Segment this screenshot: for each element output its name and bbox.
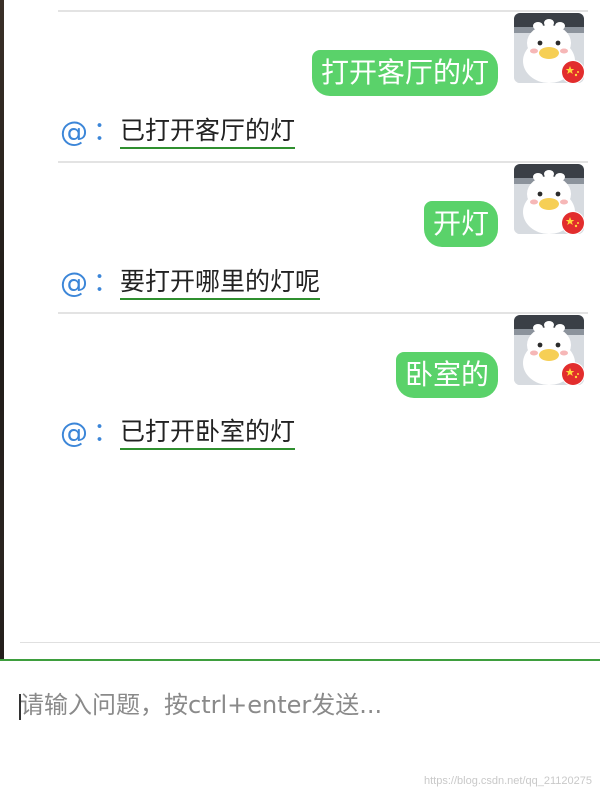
bot-colon: ： — [92, 418, 119, 448]
chat-window: 打开客厅的灯 @ ：已打开客厅的灯 开灯 @ ：要打开哪里的灯呢 卧室的 @ ：… — [0, 0, 600, 793]
bot-reply: @ ：已打开卧室的灯 — [60, 416, 296, 450]
bot-at-sign: @ — [60, 115, 88, 148]
user-message-bubble: 打开客厅的灯 — [311, 50, 498, 96]
chat-history: 打开客厅的灯 @ ：已打开客厅的灯 开灯 @ ：要打开哪里的灯呢 卧室的 @ ：… — [0, 0, 600, 640]
flag-badge-icon — [561, 362, 585, 386]
message-composer[interactable]: https://blog.csdn.net/qq_21120275 — [0, 659, 600, 793]
flag-badge-icon — [561, 60, 585, 84]
watermark: https://blog.csdn.net/qq_21120275 — [424, 775, 592, 787]
bot-reply-text: 已打开客厅的灯 — [120, 115, 296, 149]
bot-colon: ： — [92, 268, 119, 298]
bot-reply: @ ：要打开哪里的灯呢 — [60, 266, 321, 300]
question-input[interactable] — [16, 685, 580, 725]
user-message-bubble: 卧室的 — [395, 352, 498, 398]
bot-colon: ： — [92, 117, 119, 147]
bot-at-sign: @ — [60, 266, 88, 299]
flag-badge-icon — [561, 211, 585, 235]
bot-reply-text: 已打开卧室的灯 — [120, 416, 296, 450]
bot-reply: @ ：已打开客厅的灯 — [60, 115, 296, 149]
bot-at-sign: @ — [60, 416, 88, 449]
message-divider — [58, 10, 588, 12]
input-separator — [20, 642, 600, 643]
message-divider — [58, 161, 588, 163]
user-message-bubble: 开灯 — [423, 201, 498, 247]
bot-reply-text: 要打开哪里的灯呢 — [120, 266, 321, 300]
message-divider — [58, 312, 588, 314]
